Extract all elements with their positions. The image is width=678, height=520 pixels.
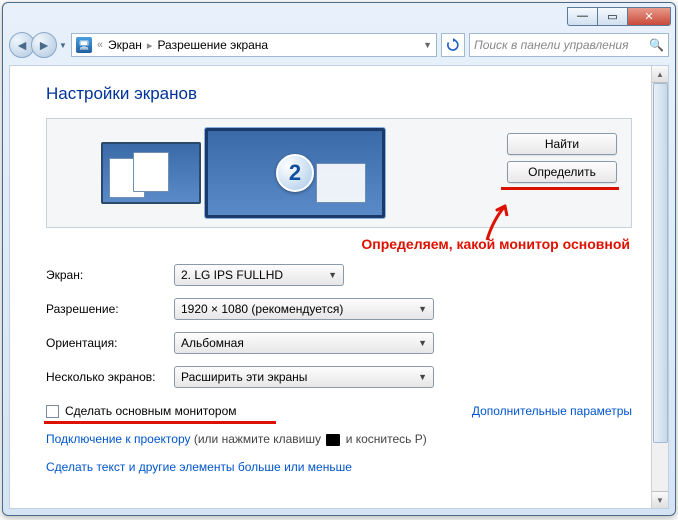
primary-monitor-row: Сделать основным монитором Дополнительны… bbox=[46, 404, 632, 418]
identify-button[interactable]: Определить bbox=[507, 161, 617, 183]
multimon-combo[interactable]: Расширить эти экраны ▼ bbox=[174, 366, 434, 388]
orientation-label: Ориентация: bbox=[46, 336, 174, 350]
refresh-icon bbox=[446, 38, 460, 52]
scroll-thumb[interactable] bbox=[653, 83, 668, 443]
screen-combo[interactable]: 2. LG IPS FULLHD ▼ bbox=[174, 264, 344, 286]
page-title: Настройки экранов bbox=[46, 84, 632, 104]
titlebar: — ▭ ✕ bbox=[3, 3, 675, 29]
projector-hint-a: (или нажмите клавишу bbox=[194, 432, 325, 446]
projector-link[interactable]: Подключение к проектору bbox=[46, 432, 191, 446]
scroll-down-button[interactable]: ▼ bbox=[652, 491, 668, 508]
projector-row: Подключение к проектору (или нажмите кла… bbox=[46, 432, 632, 446]
find-button[interactable]: Найти bbox=[507, 133, 617, 155]
control-panel-icon: 🖥 bbox=[76, 37, 92, 53]
minimize-button[interactable]: — bbox=[567, 7, 597, 26]
form-row-multimon: Несколько экранов: Расширить эти экраны … bbox=[46, 366, 632, 388]
navbar: ◄ ► ▼ 🖥 « Экран ▸ Разрешение экрана ▼ По… bbox=[9, 29, 669, 61]
monitor-layout[interactable]: 1 2 bbox=[101, 128, 385, 218]
breadcrumb-prefix: « bbox=[94, 39, 106, 51]
projector-hint-b: и коснитесь P) bbox=[346, 432, 427, 446]
resolution-combo[interactable]: 1920 × 1080 (рекомендуется) ▼ bbox=[174, 298, 434, 320]
breadcrumb-seg-1[interactable]: Экран bbox=[108, 38, 142, 52]
scroll-up-button[interactable]: ▲ bbox=[652, 66, 668, 83]
monitor-2[interactable]: 2 bbox=[205, 128, 385, 218]
primary-monitor-checkbox[interactable] bbox=[46, 405, 59, 418]
annotation-underline-checkbox bbox=[44, 421, 276, 424]
search-placeholder: Поиск в панели управления bbox=[474, 38, 629, 52]
resolution-label: Разрешение: bbox=[46, 302, 174, 316]
monitor-2-window-icon bbox=[316, 163, 366, 203]
breadcrumb-chevron-icon: ▸ bbox=[144, 39, 156, 52]
breadcrumb-seg-2[interactable]: Разрешение экрана bbox=[157, 38, 268, 52]
search-icon: 🔍 bbox=[649, 38, 664, 52]
chevron-down-icon: ▼ bbox=[328, 270, 337, 280]
monitor-preview-area: 1 2 Найти Определить bbox=[46, 118, 632, 228]
refresh-button[interactable] bbox=[441, 33, 465, 57]
chevron-down-icon: ▼ bbox=[418, 338, 427, 348]
multimon-label: Несколько экранов: bbox=[46, 370, 174, 384]
monitor-1[interactable]: 1 bbox=[101, 142, 201, 204]
monitor-side-buttons: Найти Определить bbox=[507, 133, 617, 183]
form-row-screen: Экран: 2. LG IPS FULLHD ▼ bbox=[46, 264, 632, 286]
form-row-resolution: Разрешение: 1920 × 1080 (рекомендуется) … bbox=[46, 298, 632, 320]
address-dropdown-icon[interactable]: ▼ bbox=[423, 40, 432, 50]
chevron-down-icon: ▼ bbox=[418, 372, 427, 382]
nav-history-dropdown[interactable]: ▼ bbox=[59, 41, 67, 50]
maximize-button[interactable]: ▭ bbox=[597, 7, 627, 26]
close-button[interactable]: ✕ bbox=[627, 7, 671, 26]
annotation-underline-identify bbox=[501, 187, 619, 190]
orientation-value: Альбомная bbox=[181, 336, 244, 350]
textsize-link[interactable]: Сделать текст и другие элементы больше и… bbox=[46, 460, 352, 474]
textsize-row: Сделать текст и другие элементы больше и… bbox=[46, 460, 632, 474]
address-bar[interactable]: 🖥 « Экран ▸ Разрешение экрана ▼ bbox=[71, 33, 437, 57]
primary-monitor-label: Сделать основным монитором bbox=[65, 404, 237, 418]
monitor-2-number: 2 bbox=[276, 154, 314, 192]
multimon-value: Расширить эти экраны bbox=[181, 370, 307, 384]
screen-value: 2. LG IPS FULLHD bbox=[181, 268, 283, 282]
advanced-settings-link[interactable]: Дополнительные параметры bbox=[472, 404, 632, 418]
form-row-orientation: Ориентация: Альбомная ▼ bbox=[46, 332, 632, 354]
chevron-down-icon: ▼ bbox=[418, 304, 427, 314]
orientation-combo[interactable]: Альбомная ▼ bbox=[174, 332, 434, 354]
content: Настройки экранов 1 2 Найти Определить bbox=[10, 66, 668, 484]
annotation-text: Определяем, какой монитор основной bbox=[46, 236, 632, 252]
forward-button[interactable]: ► bbox=[31, 32, 57, 58]
nav-arrows: ◄ ► ▼ bbox=[9, 32, 67, 58]
content-wrap: Настройки экранов 1 2 Найти Определить bbox=[9, 65, 669, 509]
monitor-1-window-icon bbox=[133, 152, 169, 192]
windows-key-icon bbox=[326, 434, 340, 446]
annotation-arrow-icon bbox=[481, 200, 521, 244]
resolution-value: 1920 × 1080 (рекомендуется) bbox=[181, 302, 343, 316]
window: — ▭ ✕ ◄ ► ▼ 🖥 « Экран ▸ Разрешение экран… bbox=[2, 2, 676, 516]
vertical-scrollbar[interactable]: ▲ ▼ bbox=[651, 66, 668, 508]
screen-label: Экран: bbox=[46, 268, 174, 282]
window-controls: — ▭ ✕ bbox=[567, 7, 671, 26]
search-input[interactable]: Поиск в панели управления 🔍 bbox=[469, 33, 669, 57]
